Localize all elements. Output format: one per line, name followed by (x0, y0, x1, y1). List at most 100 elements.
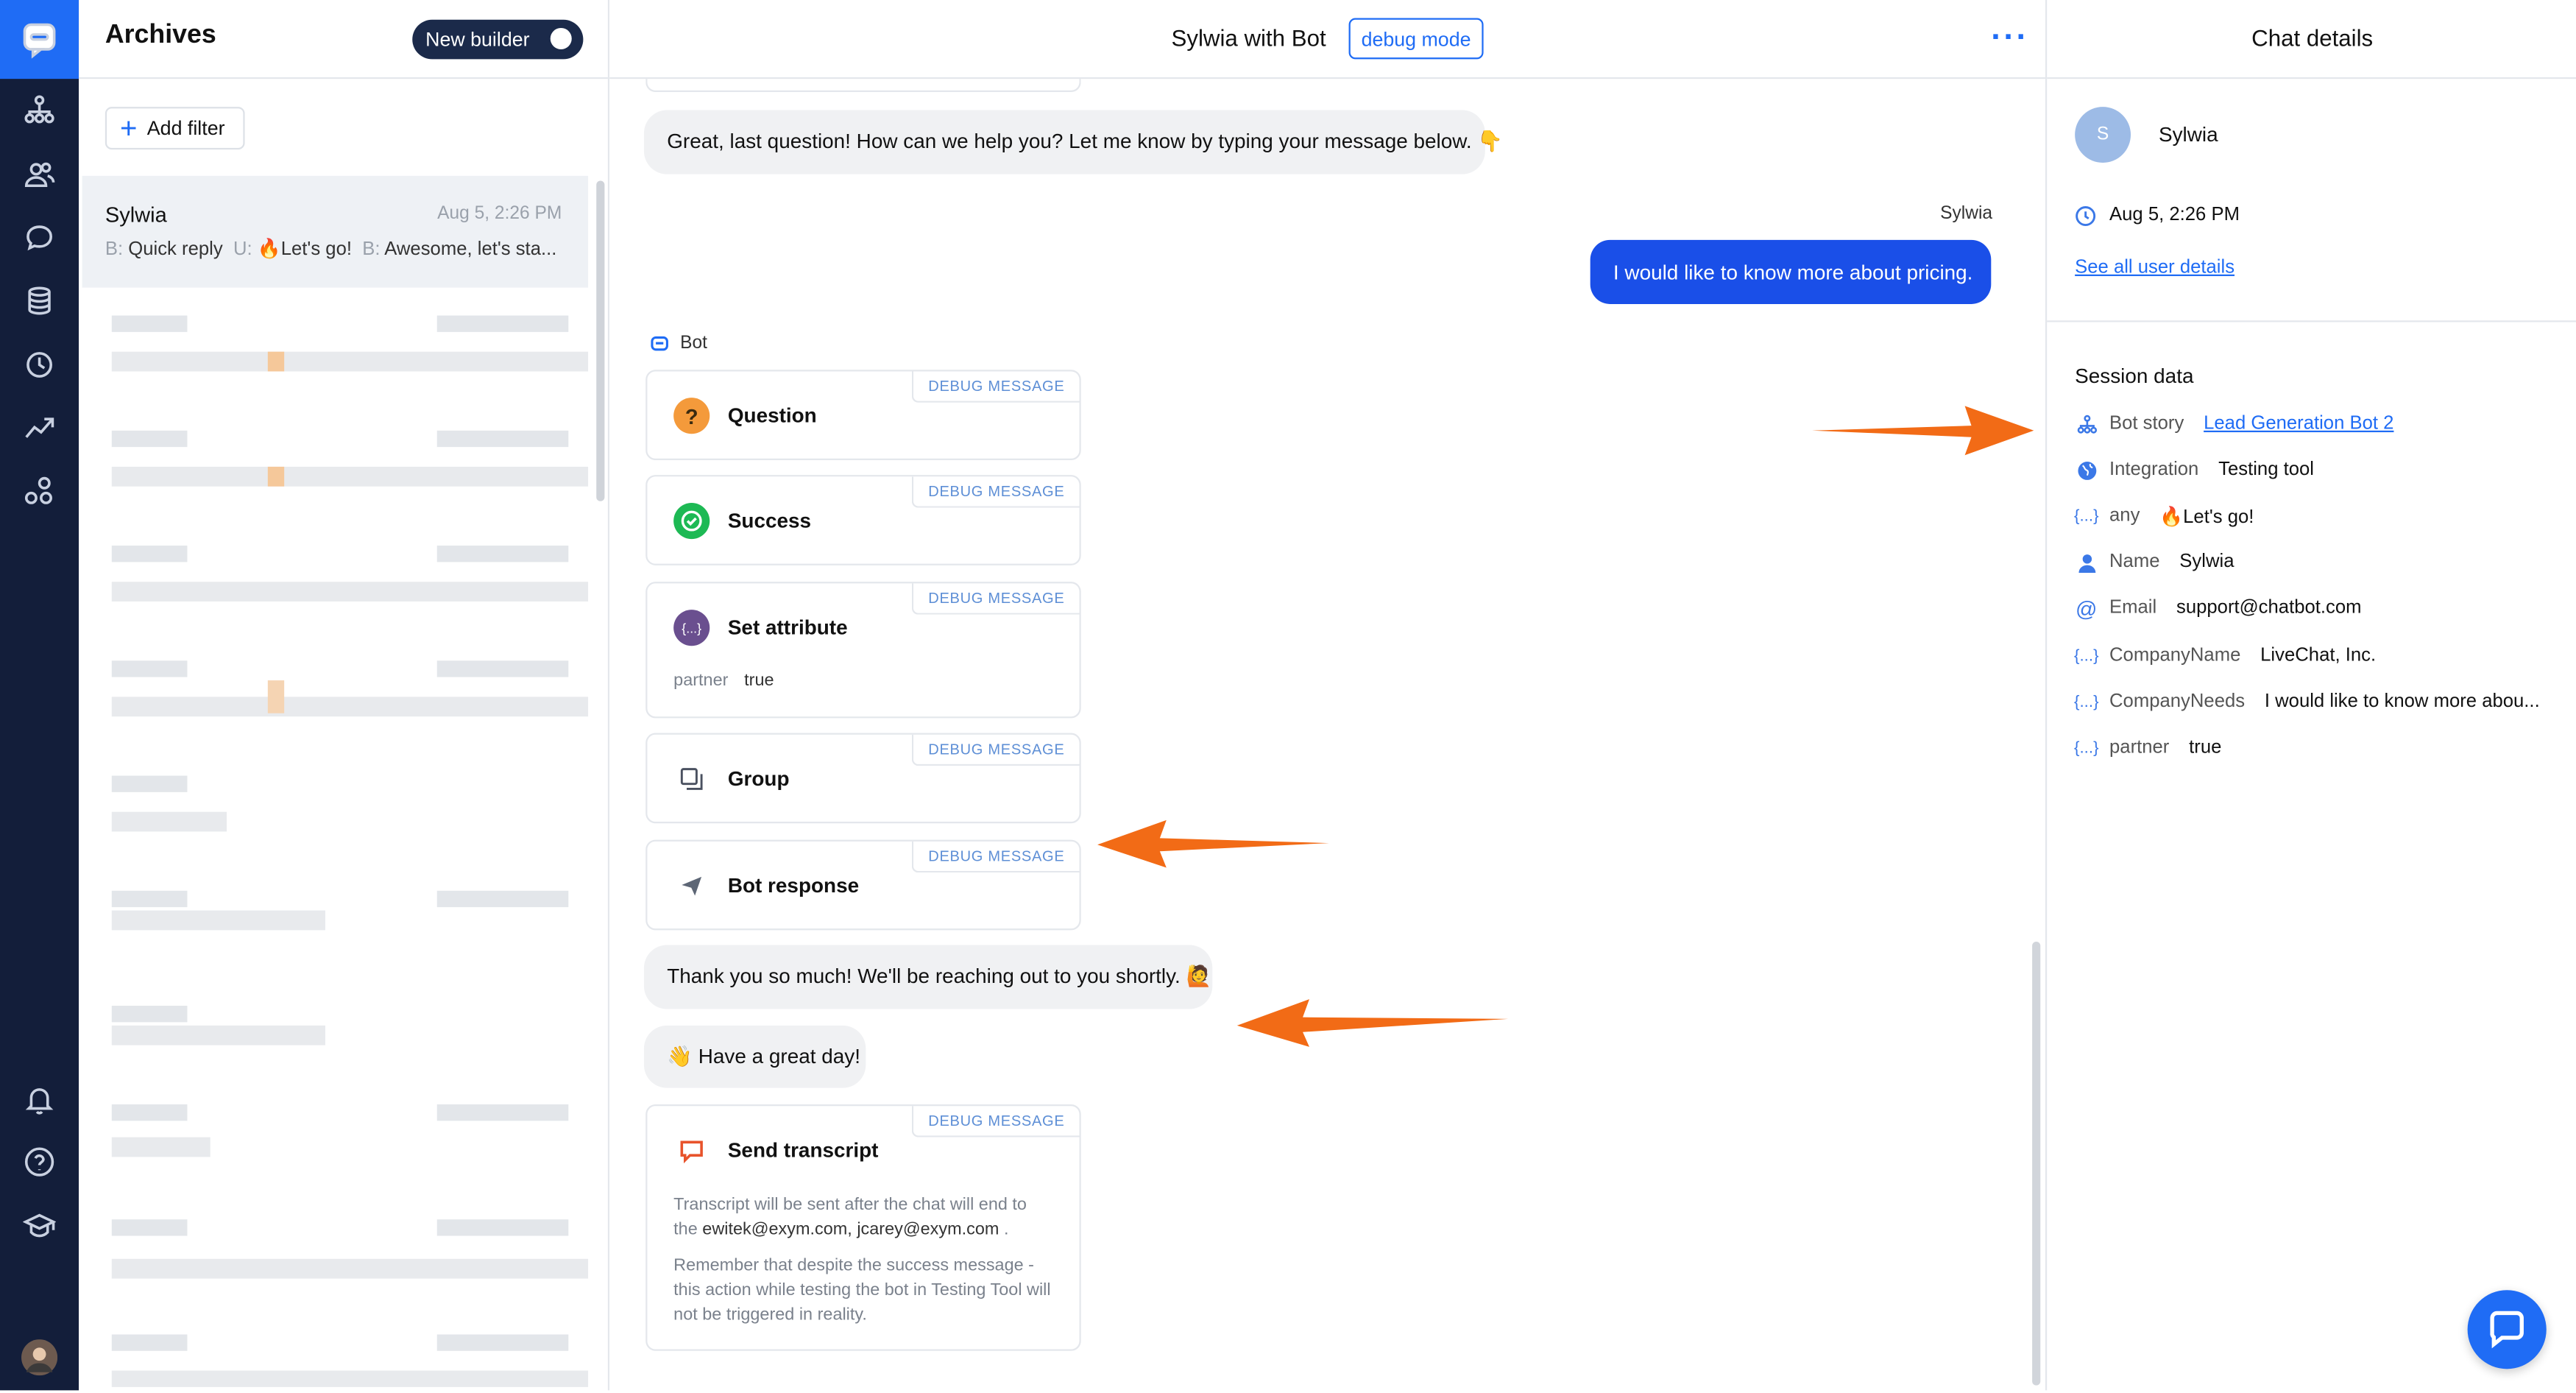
chat-time: Aug 5, 2:26 PM (2109, 205, 2240, 225)
academy-icon[interactable] (20, 1206, 60, 1246)
see-all-user-details-link[interactable]: See all user details (2075, 258, 2234, 278)
toggle-knob (550, 27, 572, 49)
user-name: Sylwia (2158, 123, 2218, 147)
divider (2047, 77, 2576, 80)
transcript-note: Remember that despite the success messag… (673, 1255, 1051, 1325)
card-title: Send transcript (727, 1138, 879, 1163)
chat-list-preview: B: Quick reply U: 🔥Let's go! B: Awesome,… (105, 236, 565, 260)
session-row-any: {...} any 🔥Let's go! (2074, 501, 2254, 531)
debug-card-send-transcript: DEBUG MESSAGE Send transcript Transcript… (645, 1104, 1081, 1351)
blurred-chat-list (95, 289, 589, 1391)
preview-key: B: (105, 239, 124, 260)
annotation-arrow (1236, 999, 1509, 1047)
integrations-icon[interactable] (20, 472, 60, 512)
database-icon[interactable] (20, 281, 60, 321)
plus-icon: + (119, 111, 138, 145)
globe-icon (2075, 459, 2098, 482)
session-value: true (2189, 738, 2222, 758)
user-author: Sylwia (1940, 203, 1993, 224)
archives-scrollbar[interactable] (596, 180, 605, 501)
session-value: I would like to know more abou... (2264, 691, 2540, 712)
session-value: Testing tool (2218, 459, 2315, 480)
chat-details-panel: Chat details S Sylwia Aug 5, 2:26 PM See… (2045, 0, 2576, 1391)
user-message: I would like to know more about pricing. (1590, 239, 1992, 304)
session-data-title: Session data (2075, 364, 2194, 388)
chat-list-item-selected[interactable]: Sylwia Aug 5, 2:26 PM B: Quick reply U: … (82, 175, 589, 288)
chat-widget-button[interactable] (2467, 1290, 2547, 1369)
bots-icon[interactable] (20, 91, 60, 130)
transcript-line: the (673, 1219, 698, 1240)
clock-icon (2076, 206, 2096, 226)
debug-message-label: DEBUG MESSAGE (911, 734, 1080, 766)
session-row-name: Name Sylwia (2075, 547, 2234, 576)
chat-panel: Sylwia with Bot debug mode ··· Great, la… (609, 0, 2045, 1391)
annotation-arrow (1812, 406, 2034, 456)
debug-message-label: DEBUG MESSAGE (911, 476, 1080, 508)
bot-author-label: Bot (680, 334, 707, 353)
divider (2047, 320, 2576, 322)
session-key: Integration (2109, 459, 2199, 480)
attribute-key: partner (673, 670, 729, 691)
bot-story-icon (2075, 412, 2098, 435)
bot-icon (651, 335, 668, 350)
chat-scrollbar[interactable] (2032, 941, 2041, 1386)
user-avatar[interactable] (20, 1338, 60, 1378)
add-filter-button[interactable]: + Add filter (105, 107, 245, 150)
card-title: Question (727, 404, 817, 428)
chat-title: Sylwia with Bot (1171, 24, 1326, 52)
add-filter-label: Add filter (146, 116, 225, 140)
variable-icon: {...} (2074, 507, 2099, 526)
history-icon[interactable] (20, 345, 60, 385)
check-circle-icon (673, 503, 710, 540)
question-icon: ? (673, 398, 710, 434)
session-row-bot-story: Bot story Lead Generation Bot 2 (2075, 409, 2393, 439)
person-icon (2075, 551, 2098, 574)
bot-message: Thank you so much! We'll be reaching out… (643, 945, 1213, 1009)
annotation-arrow (1097, 819, 1329, 868)
transcript-info: Transcript will be sent after the chat w… (673, 1193, 1060, 1243)
debug-mode-button[interactable]: debug mode (1348, 18, 1484, 60)
session-key: Name (2109, 551, 2160, 572)
notifications-icon[interactable] (20, 1079, 60, 1119)
debug-message-label: DEBUG MESSAGE (911, 841, 1080, 873)
send-icon (673, 868, 710, 904)
transcript-line: . (1003, 1219, 1009, 1240)
more-options-icon[interactable]: ··· (1991, 21, 2028, 54)
variable-icon: {...} (2074, 738, 2099, 757)
users-icon[interactable] (20, 155, 60, 194)
new-builder-toggle[interactable]: New builder (412, 19, 584, 60)
debug-card-set-attribute: DEBUG MESSAGE {...} Set attribute partne… (645, 582, 1081, 719)
bot-author: Bot (651, 334, 707, 353)
help-icon[interactable] (20, 1142, 60, 1182)
preview-value: 🔥Let's go! (257, 239, 352, 260)
divider (79, 77, 608, 80)
bot-message: 👋 Have a great day! (643, 1025, 866, 1088)
preview-key: B: (362, 239, 381, 260)
chat-header: Sylwia with Bot debug mode ··· (609, 0, 2045, 80)
archives-panel: Archives New builder + Add filter Sylwia… (79, 0, 610, 1391)
preview-value: Awesome, let's sta... (384, 239, 557, 260)
debug-message-label: DEBUG MESSAGE (911, 371, 1080, 403)
chat-list-name: Sylwia (105, 202, 167, 228)
card-title: Bot response (727, 874, 860, 897)
attribute-icon: {...} (673, 610, 710, 646)
app-logo-icon[interactable] (0, 0, 79, 80)
session-key: partner (2109, 738, 2170, 758)
attribute-value: true (744, 670, 774, 691)
card-title: Group (727, 767, 790, 791)
card-title: Success (727, 509, 812, 533)
session-key: Email (2109, 598, 2157, 618)
bot-story-link[interactable]: Lead Generation Bot 2 (2204, 414, 2393, 434)
transcript-line: Transcript will be sent after the chat w… (673, 1194, 1027, 1215)
debug-message-label: DEBUG MESSAGE (911, 1106, 1080, 1138)
chats-icon[interactable] (20, 219, 60, 258)
new-builder-label: New builder (425, 27, 530, 52)
archives-title: Archives (105, 21, 216, 49)
transcript-emails: ewitek@exym.com, jcarey@exym.com (702, 1219, 999, 1240)
reports-icon[interactable] (20, 408, 60, 448)
session-row-integration: Integration Testing tool (2075, 455, 2314, 484)
session-value: 🔥Let's go! (2159, 507, 2254, 528)
session-value: LiveChat, Inc. (2260, 646, 2377, 666)
debug-card-group: DEBUG MESSAGE Group (645, 733, 1081, 824)
group-icon (673, 761, 710, 797)
